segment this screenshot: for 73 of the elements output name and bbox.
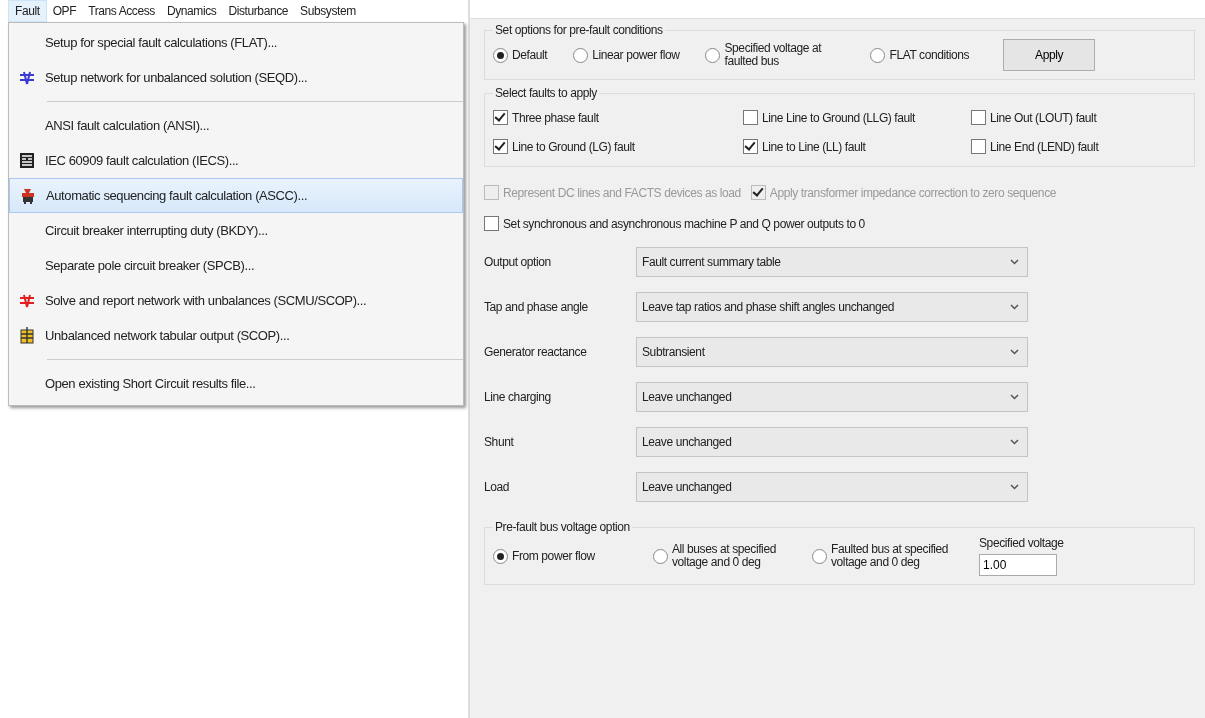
network-icon: [19, 70, 35, 85]
field-label: Output option: [484, 255, 552, 269]
field-label: Load: [484, 480, 511, 494]
chevron-down-icon: [1010, 394, 1019, 400]
checkbox[interactable]: [743, 139, 758, 154]
menu-bar-item[interactable]: Fault: [8, 0, 47, 22]
radio-button[interactable]: [573, 47, 589, 63]
dropdown[interactable]: Leave unchanged: [636, 427, 1028, 457]
radio-option[interactable]: Default: [493, 47, 548, 63]
fault-checkbox[interactable]: Line Line to Ground (LLG) fault: [743, 110, 971, 125]
field-label: Line charging: [484, 390, 552, 404]
checkbox[interactable]: [493, 139, 508, 154]
dropdown[interactable]: Leave unchanged: [636, 472, 1028, 502]
fault-checkbox[interactable]: Line End (LEND) fault: [971, 139, 1171, 154]
menu-item[interactable]: Unbalanced network tabular output (SCOP)...: [9, 318, 463, 353]
radio-button[interactable]: [493, 47, 508, 63]
field-label: Specified voltage: [979, 536, 1064, 550]
radio-option[interactable]: From power flow: [493, 548, 633, 564]
field-label: Tap and phase angle: [484, 300, 589, 314]
fault-checkbox[interactable]: Line to Line (LL) fault: [743, 139, 971, 154]
menu-bar-item[interactable]: Dynamics: [160, 1, 223, 21]
field-label: Shunt: [484, 435, 515, 449]
menu-bar-item[interactable]: Subsystem: [294, 1, 362, 21]
radio-option[interactable]: FLAT conditions: [870, 47, 970, 63]
device-icon: [20, 187, 36, 204]
dropdown[interactable]: Subtransient: [636, 337, 1028, 367]
voltage-input[interactable]: 1.00: [979, 554, 1057, 576]
radio-option[interactable]: Linear power flow: [573, 47, 680, 63]
group-title: Pre-fault bus voltage option: [494, 520, 631, 534]
radio-button[interactable]: [493, 548, 508, 564]
menu-item[interactable]: ANSI fault calculation (ANSI)...: [9, 108, 463, 143]
table-icon: [19, 327, 35, 344]
radio-button[interactable]: [812, 548, 827, 564]
field-label: Generator reactance: [484, 345, 588, 359]
chevron-down-icon: [1010, 484, 1019, 490]
fault-checkbox[interactable]: Line to Ground (LG) fault: [493, 139, 743, 154]
group-title: Select faults to apply: [494, 86, 598, 100]
checkbox[interactable]: [971, 139, 986, 154]
checkbox[interactable]: [743, 110, 758, 125]
fault-checkbox[interactable]: Line Out (LOUT) fault: [971, 110, 1171, 125]
menu-bar-item[interactable]: Trans Access: [82, 1, 161, 21]
radio-option[interactable]: All buses at specified voltage and 0 deg: [653, 543, 792, 569]
menu-bar-item[interactable]: OPF: [46, 1, 83, 21]
apply-button[interactable]: Apply: [1003, 39, 1096, 71]
radio-option[interactable]: Faulted bus at specified voltage and 0 deg: [812, 543, 951, 569]
chevron-down-icon: [1010, 439, 1019, 445]
chevron-down-icon: [1010, 349, 1019, 355]
chevron-down-icon: [1010, 259, 1019, 265]
dropdown[interactable]: Leave unchanged: [636, 382, 1028, 412]
dropdown[interactable]: Leave tap ratios and phase shift angles unchanged: [636, 292, 1028, 322]
checkbox[interactable]: [971, 110, 986, 125]
menu-item[interactable]: Separate pole circuit breaker (SPCB)...: [9, 248, 463, 283]
menu-item[interactable]: IEC 60909 fault calculation (IECS)...: [9, 143, 463, 178]
checkbox[interactable]: [484, 216, 499, 231]
fault-checkbox[interactable]: Three phase fault: [493, 110, 743, 125]
menu-item[interactable]: Open existing Short Circuit results file...: [9, 366, 463, 401]
radio-button[interactable]: [653, 548, 668, 564]
menu-item[interactable]: Solve and report network with unbalances (SCMU/SCOP)...: [9, 283, 463, 318]
radio-button[interactable]: [705, 47, 721, 63]
menu-item[interactable]: Automatic sequencing fault calculation (ASCC)...: [9, 178, 463, 213]
menu-item[interactable]: Setup for special fault calculations (FLAT)...: [9, 25, 463, 60]
chevron-down-icon: [1010, 304, 1019, 310]
panel-icon: [19, 152, 35, 169]
dropdown[interactable]: Fault current summary table: [636, 247, 1028, 277]
group-title: Set options for pre-fault conditions: [494, 23, 664, 37]
radio-option[interactable]: Specified voltage at faulted bus: [705, 42, 845, 68]
option-checkbox[interactable]: Set synchronous and asynchronous machine P and Q power outputs to 0: [484, 216, 1195, 231]
menu-item[interactable]: Setup network for unbalanced solution (SEQD)...: [9, 60, 463, 95]
menu-item[interactable]: Circuit breaker interrupting duty (BKDY)...: [9, 213, 463, 248]
menu-bar-item[interactable]: Disturbance: [222, 1, 295, 21]
radio-button[interactable]: [870, 47, 886, 63]
checkbox[interactable]: [493, 110, 508, 125]
network-icon: [19, 293, 35, 308]
